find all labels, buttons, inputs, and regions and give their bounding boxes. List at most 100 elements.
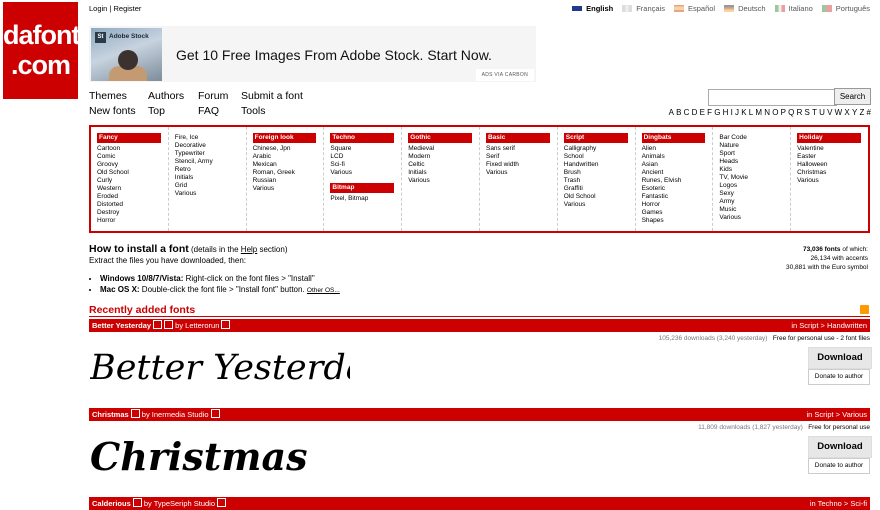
cat-heading-holiday[interactable]: Holiday <box>797 133 861 143</box>
alphabet-letter-link[interactable]: L <box>749 108 753 117</box>
alphabet-letter-link[interactable]: W <box>835 108 843 117</box>
category-link[interactable]: Sans serif <box>486 145 557 153</box>
nav-forum[interactable]: Forum <box>198 90 228 102</box>
category-link[interactable]: Various <box>253 185 324 193</box>
font-preview-better-yesterday[interactable]: Better Yesterday <box>90 339 350 391</box>
category-link[interactable]: Old School <box>564 193 635 201</box>
category-link[interactable]: Typewriter <box>175 150 246 158</box>
alphabet-letter-link[interactable]: U <box>819 108 825 117</box>
category-link[interactable]: Horror <box>642 201 713 209</box>
alphabet-letter-link[interactable]: T <box>812 108 817 117</box>
category-link[interactable]: Pixel, Bitmap <box>330 195 401 203</box>
category-link[interactable]: Asian <box>642 161 713 169</box>
alphabet-letter-link[interactable]: # <box>867 108 871 117</box>
category-link[interactable]: Western <box>97 185 168 193</box>
font-category-link[interactable]: in Script > Various <box>806 408 867 421</box>
search-input[interactable] <box>708 89 837 106</box>
category-link[interactable]: Cartoon <box>97 145 168 153</box>
category-link[interactable]: Logos <box>719 182 790 190</box>
alphabet-letter-link[interactable]: P <box>781 108 786 117</box>
category-link[interactable]: Esoteric <box>642 185 713 193</box>
alphabet-letter-link[interactable]: K <box>741 108 746 117</box>
external-link-icon[interactable] <box>221 320 231 329</box>
alphabet-letter-link[interactable]: Z <box>859 108 864 117</box>
dafont-logo[interactable]: dafont .com <box>3 2 80 99</box>
category-link[interactable]: Various <box>797 177 868 185</box>
cat-heading-fancy[interactable]: Fancy <box>97 133 161 143</box>
external-link-icon[interactable] <box>210 409 220 418</box>
category-link[interactable]: Kids <box>719 166 790 174</box>
font-preview-christmas[interactable]: Christmas <box>90 430 350 480</box>
download-button[interactable]: Download <box>808 347 872 369</box>
alphabet-letter-link[interactable]: E <box>700 108 705 117</box>
alphabet-letter-link[interactable]: J <box>735 108 739 117</box>
category-link[interactable]: Fire, Ice <box>175 134 246 142</box>
rss-icon[interactable] <box>860 305 869 314</box>
category-link[interactable]: Distorted <box>97 201 168 209</box>
font-category-link[interactable]: in Script > Handwritten <box>791 319 867 332</box>
category-link[interactable]: Brush <box>564 169 635 177</box>
category-link[interactable]: School <box>564 153 635 161</box>
cat-heading-techno[interactable]: Techno <box>330 133 395 143</box>
category-link[interactable]: Various <box>486 169 557 177</box>
category-link[interactable]: Animals <box>642 153 713 161</box>
donate-button[interactable]: Donate to author <box>808 369 870 385</box>
category-link[interactable]: Fantastic <box>642 193 713 201</box>
category-link[interactable]: Old School <box>97 169 168 177</box>
nav-submit-font[interactable]: Submit a font <box>241 90 303 102</box>
category-link[interactable]: Sexy <box>719 190 790 198</box>
cat-heading-script[interactable]: Script <box>563 133 628 143</box>
category-link[interactable]: Initials <box>175 174 246 182</box>
category-link[interactable]: Various <box>330 169 401 177</box>
nav-themes[interactable]: Themes <box>89 90 127 102</box>
category-link[interactable]: Mexican <box>253 161 324 169</box>
category-link[interactable]: Bar Code <box>719 134 790 142</box>
alphabet-letter-link[interactable]: Q <box>788 108 794 117</box>
nav-top[interactable]: Top <box>148 105 165 117</box>
category-link[interactable]: Horror <box>97 217 168 225</box>
category-link[interactable]: Initials <box>408 169 479 177</box>
category-link[interactable]: Russian <box>253 177 324 185</box>
category-link[interactable]: Square <box>330 145 401 153</box>
external-link-icon[interactable] <box>217 498 227 507</box>
help-link[interactable]: Help <box>241 245 257 254</box>
category-link[interactable]: Decorative <box>175 142 246 150</box>
category-link[interactable]: Sport <box>719 150 790 158</box>
category-link[interactable]: Chinese, Jpn <box>253 145 324 153</box>
category-link[interactable]: Valentine <box>797 145 868 153</box>
category-link[interactable]: Eroded <box>97 193 168 201</box>
category-link[interactable]: Curly <box>97 177 168 185</box>
category-link[interactable]: Ancient <box>642 169 713 177</box>
alphabet-letter-link[interactable]: X <box>844 108 849 117</box>
category-link[interactable]: Runes, Elvish <box>642 177 713 185</box>
nav-tools[interactable]: Tools <box>241 105 266 117</box>
alphabet-letter-link[interactable]: R <box>797 108 803 117</box>
category-link[interactable]: Halloween <box>797 161 868 169</box>
category-link[interactable]: LCD <box>330 153 401 161</box>
alphabet-letter-link[interactable]: D <box>692 108 698 117</box>
alphabet-letter-link[interactable]: F <box>707 108 712 117</box>
category-link[interactable]: Various <box>719 214 790 222</box>
author-link[interactable]: Inermedia Studio <box>152 410 209 419</box>
lang-italian[interactable]: Italiano <box>774 4 813 13</box>
category-link[interactable]: Graffiti <box>564 185 635 193</box>
alphabet-letter-link[interactable]: I <box>731 108 733 117</box>
alphabet-letter-link[interactable]: A <box>669 108 674 117</box>
category-link[interactable]: Retro <box>175 166 246 174</box>
category-link[interactable]: Medieval <box>408 145 479 153</box>
category-link[interactable]: Comic <box>97 153 168 161</box>
alphabet-letter-link[interactable]: G <box>714 108 720 117</box>
category-link[interactable]: Modern <box>408 153 479 161</box>
category-link[interactable]: Easter <box>797 153 868 161</box>
alphabet-letter-link[interactable]: M <box>755 108 762 117</box>
category-link[interactable]: Calligraphy <box>564 145 635 153</box>
category-link[interactable]: Stencil, Army <box>175 158 246 166</box>
category-link[interactable]: Fixed width <box>486 161 557 169</box>
category-link[interactable]: Roman, Greek <box>253 169 324 177</box>
cat-heading-gothic[interactable]: Gothic <box>408 133 472 143</box>
cat-heading-basic[interactable]: Basic <box>485 133 550 143</box>
other-os-link[interactable]: Other OS... <box>307 287 340 294</box>
donate-button[interactable]: Donate to author <box>808 458 870 474</box>
category-link[interactable]: Army <box>719 198 790 206</box>
category-link[interactable]: Celtic <box>408 161 479 169</box>
